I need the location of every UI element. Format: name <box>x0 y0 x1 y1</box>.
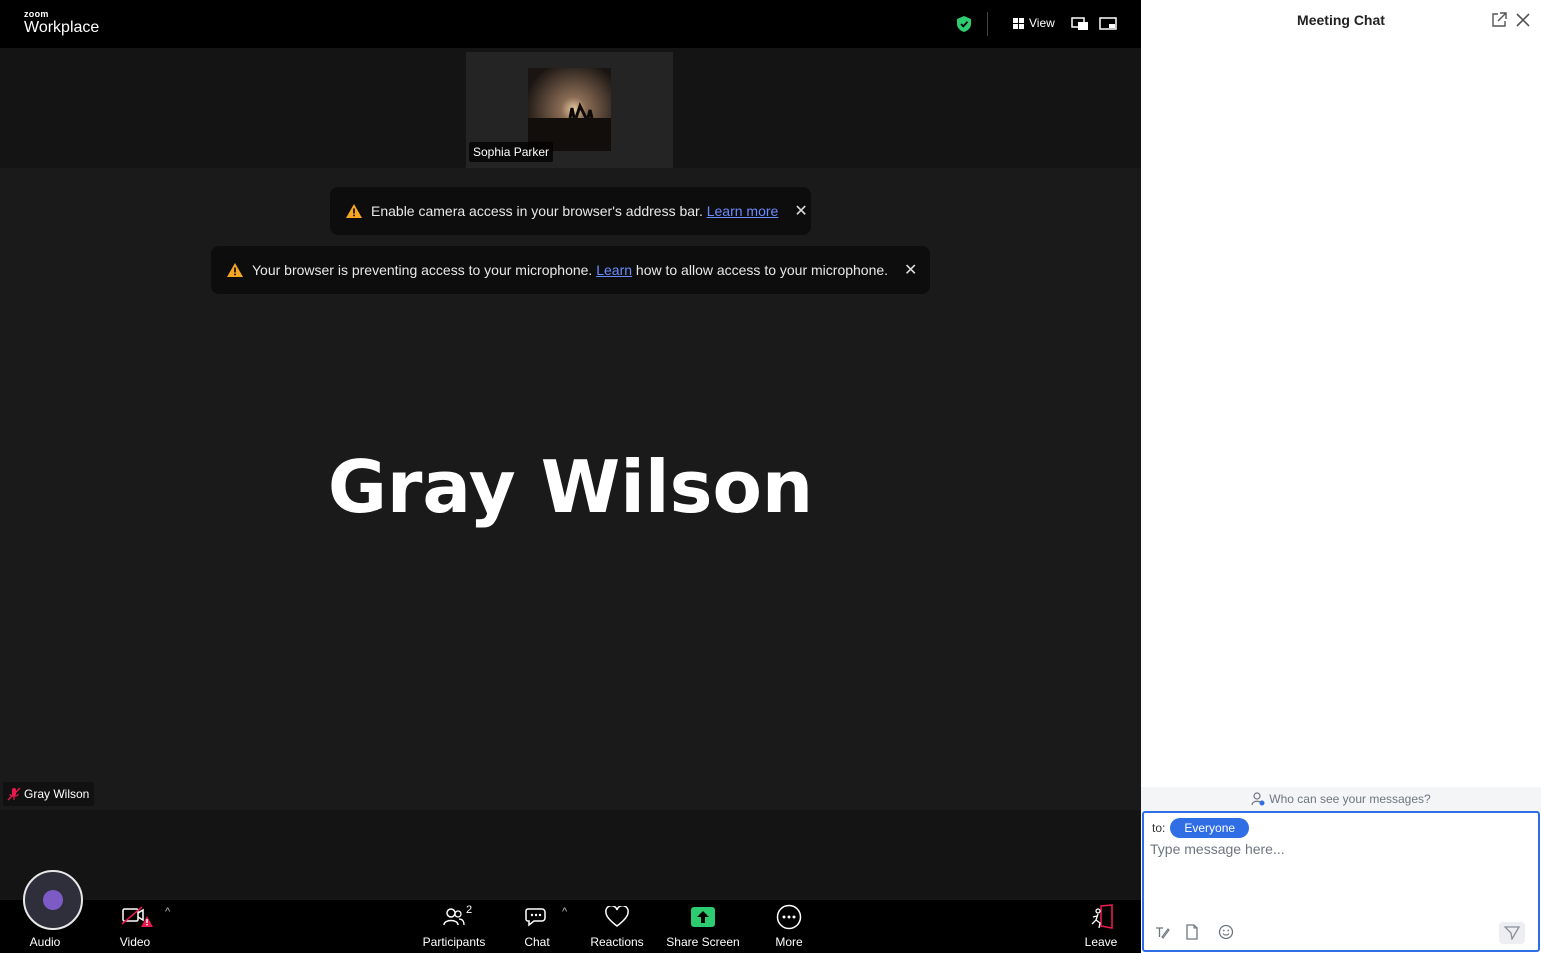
active-speaker-name: Gray Wilson <box>327 445 814 529</box>
audio-icon-area <box>20 903 70 931</box>
file-icon[interactable] <box>1184 924 1200 940</box>
chat-button[interactable]: Chat <box>517 903 557 949</box>
chat-title: Meeting Chat <box>1297 12 1385 28</box>
toast-text: Enable camera access in your browser's a… <box>371 203 703 219</box>
video-options-caret-icon[interactable]: ^ <box>165 906 170 918</box>
participant-name-label: Sophia Parker <box>469 142 554 162</box>
fullscreen-icon[interactable] <box>1099 16 1117 32</box>
meeting-chat-panel: Meeting Chat Who can see your messages? … <box>1141 0 1541 953</box>
close-icon[interactable] <box>1515 12 1531 28</box>
logo-big-text: Workplace <box>24 19 100 36</box>
share-screen-icon <box>691 907 715 927</box>
toast-text: Your browser is preventing access to you… <box>252 262 593 278</box>
video-off-icon <box>121 906 153 927</box>
zoom-logo: zoom Workplace <box>24 10 99 36</box>
send-button[interactable] <box>1499 922 1525 944</box>
self-name-label: Gray Wilson <box>3 782 95 806</box>
picture-in-picture-icon[interactable] <box>1071 16 1089 32</box>
learn-more-link[interactable]: Learn more <box>707 203 779 219</box>
chat-options-caret-icon[interactable]: ^ <box>562 906 567 918</box>
leave-button[interactable]: Leave <box>1081 903 1121 949</box>
audio-label: Audio <box>29 935 61 949</box>
muted-mic-icon <box>7 787 21 801</box>
top-divider <box>987 12 988 36</box>
reactions-button[interactable]: Reactions <box>589 903 645 949</box>
audio-button[interactable]: Audio <box>20 903 70 949</box>
close-icon[interactable]: ✕ <box>794 201 807 221</box>
leave-door-icon <box>1091 904 1113 929</box>
view-button[interactable]: View <box>1013 16 1055 30</box>
send-icon <box>1504 926 1520 940</box>
participant-video-image <box>528 68 611 151</box>
video-button[interactable]: Video <box>110 903 160 949</box>
message-input[interactable] <box>1150 837 1530 861</box>
heart-icon <box>605 906 629 927</box>
logo-small-text: zoom <box>24 9 49 19</box>
leave-label: Leave <box>1084 935 1118 949</box>
more-label: More <box>775 935 803 949</box>
participants-icon <box>443 908 465 926</box>
chat-label: Chat <box>524 935 550 949</box>
microphone-warning-toast: Your browser is preventing access to you… <box>211 246 930 294</box>
bottom-toolbar <box>0 900 1141 953</box>
grid-view-icon <box>1013 17 1024 29</box>
learn-link[interactable]: Learn <box>596 262 632 278</box>
to-label: to: <box>1152 821 1166 835</box>
warning-icon <box>346 204 362 218</box>
who-can-see-text: Who can see your messages? <box>1269 792 1431 806</box>
pop-out-icon[interactable] <box>1491 12 1507 28</box>
toast-text-after: how to allow access to your microphone. <box>635 262 889 278</box>
share-screen-button[interactable]: Share Screen <box>665 903 741 949</box>
recipient-selector[interactable]: Everyone <box>1170 818 1250 838</box>
reactions-label: Reactions <box>590 935 644 949</box>
person-visibility-icon <box>1251 792 1265 806</box>
close-icon[interactable]: ✕ <box>904 260 917 280</box>
camera-warning-toast: Enable camera access in your browser's a… <box>330 187 811 235</box>
warning-icon <box>227 263 243 277</box>
participants-button[interactable]: 2 Participants <box>420 903 488 949</box>
recipient-row: to: Everyone <box>1152 818 1250 838</box>
message-composer: to: Everyone <box>1142 811 1540 952</box>
share-screen-label: Share Screen <box>666 935 740 949</box>
video-label: Video <box>119 935 151 949</box>
self-name-text: Gray Wilson <box>24 787 90 801</box>
more-icon <box>776 904 802 930</box>
participants-count: 2 <box>466 904 473 916</box>
who-can-see-link[interactable]: Who can see your messages? <box>1141 787 1541 811</box>
security-shield-icon[interactable] <box>957 16 971 32</box>
format-text-icon[interactable] <box>1154 924 1170 940</box>
more-button[interactable]: More <box>769 903 809 949</box>
top-bar: zoom Workplace View <box>0 0 1141 48</box>
chat-icon <box>525 908 546 927</box>
participants-label: Participants <box>422 935 486 949</box>
view-label: View <box>1029 16 1055 30</box>
emoji-icon[interactable] <box>1218 924 1234 940</box>
